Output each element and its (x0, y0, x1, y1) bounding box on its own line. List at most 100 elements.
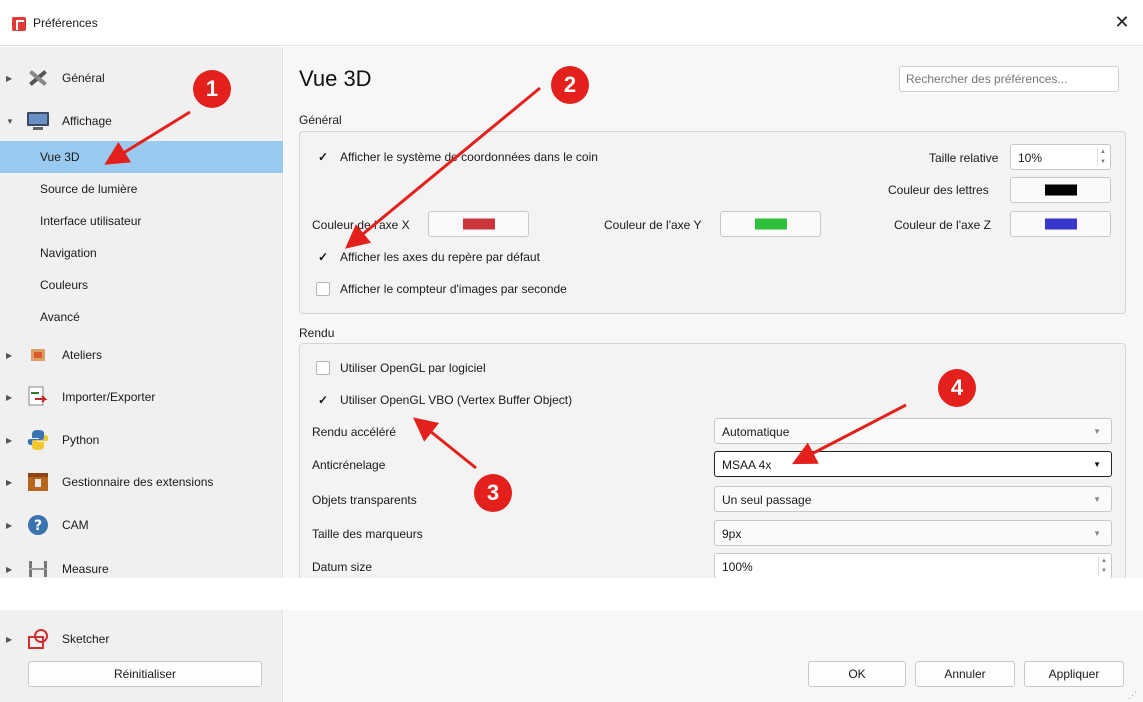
axis-y-color-button[interactable] (720, 211, 821, 237)
software-opengl-checkbox[interactable] (316, 361, 330, 375)
letter-color-swatch (1044, 184, 1077, 196)
workbench-icon (24, 342, 52, 368)
sidebar-item-label: Measure (62, 562, 109, 576)
relative-size-label: Taille relative (929, 151, 999, 165)
annotation-marker-1: 1 (193, 70, 231, 108)
ok-button[interactable]: OK (808, 661, 906, 687)
show-default-axes-checkbox[interactable]: ✓ (316, 251, 330, 265)
chevron-down-icon: ▼ (1093, 427, 1101, 436)
axis-y-color-label: Couleur de l'axe Y (604, 218, 702, 232)
transparent-objects-label: Objets transparents (312, 493, 417, 507)
tools-icon (24, 65, 52, 91)
accelerated-render-value: Automatique (722, 425, 790, 439)
axis-y-color-swatch (754, 218, 787, 230)
expand-caret-icon[interactable]: ▶ (6, 478, 14, 487)
expand-caret-icon[interactable]: ▶ (6, 393, 14, 402)
sidebar-item-label: Navigation (40, 246, 97, 260)
sidebar-item-addon-manager[interactable]: ▶ Gestionnaire des extensions (0, 466, 283, 498)
sidebar-item-sketcher[interactable]: ▶ Sketcher (0, 623, 283, 655)
cam-icon: ? (24, 512, 52, 538)
letter-color-label: Couleur des lettres (888, 183, 989, 197)
annotation-marker-3: 3 (474, 474, 512, 512)
sidebar-item-import-export[interactable]: ▶ Importer/Exporter (0, 381, 283, 413)
sidebar-item-navigation[interactable]: Navigation (0, 237, 283, 269)
letter-color-button[interactable] (1010, 177, 1111, 203)
sidebar-item-python[interactable]: ▶ Python (0, 424, 283, 456)
accelerated-render-label: Rendu accéléré (312, 425, 397, 439)
annotation-marker-2: 2 (551, 66, 589, 104)
sidebar-item-workbenches[interactable]: ▶ Ateliers (0, 339, 283, 371)
show-fps-label: Afficher le compteur d'images par second… (340, 282, 567, 296)
sidebar-item-label: Interface utilisateur (40, 214, 142, 228)
axis-z-color-button[interactable] (1010, 211, 1111, 237)
relative-size-spinbox[interactable]: 10% ▲ ▼ (1010, 144, 1111, 170)
relative-size-value: 10% (1018, 151, 1043, 165)
sidebar-item-label: Affichage (62, 114, 112, 128)
apply-button[interactable]: Appliquer (1024, 661, 1124, 687)
antialiasing-label: Anticrénelage (312, 458, 386, 472)
show-default-axes-label: Afficher les axes du repère par défaut (340, 250, 540, 264)
cancel-button[interactable]: Annuler (915, 661, 1015, 687)
sidebar-item-colors[interactable]: Couleurs (0, 269, 283, 301)
transparent-objects-select[interactable]: Un seul passage ▼ (714, 486, 1112, 512)
sketcher-icon (24, 626, 52, 652)
collapse-caret-icon[interactable]: ▼ (6, 117, 14, 126)
software-opengl-label: Utiliser OpenGL par logiciel (340, 361, 486, 375)
spin-arrows-icon[interactable]: ▲ ▼ (1098, 556, 1109, 576)
monitor-icon (24, 108, 52, 134)
axis-x-color-swatch (462, 218, 495, 230)
opengl-vbo-checkbox[interactable]: ✓ (316, 394, 330, 408)
axis-z-color-label: Couleur de l'axe Z (894, 218, 992, 232)
search-preferences-input[interactable] (899, 66, 1119, 92)
close-button[interactable]: ✕ (1111, 11, 1133, 33)
datum-size-spinbox[interactable]: 100% ▲ ▼ (714, 553, 1112, 579)
spin-arrows-icon[interactable]: ▲ ▼ (1097, 147, 1108, 167)
sidebar-item-light-source[interactable]: Source de lumière (0, 173, 283, 205)
expand-caret-icon[interactable]: ▶ (6, 351, 14, 360)
page-title: Vue 3D (299, 66, 372, 91)
accelerated-render-select[interactable]: Automatique ▼ (714, 418, 1112, 444)
python-icon (24, 427, 52, 453)
marker-size-select[interactable]: 9px ▼ (714, 520, 1112, 546)
import-export-icon (24, 384, 52, 410)
resize-grip-icon[interactable]: ⋰ (1128, 690, 1137, 701)
sidebar-item-view-3d[interactable]: Vue 3D (0, 141, 283, 173)
show-axis-corner-label: Afficher le système de coordonnées dans … (340, 150, 598, 164)
marker-size-label: Taille des marqueurs (312, 527, 423, 541)
show-axis-corner-checkbox[interactable]: ✓ (316, 151, 330, 165)
expand-caret-icon[interactable]: ▶ (6, 635, 14, 644)
sidebar-item-label: Vue 3D (40, 150, 80, 164)
sidebar-item-label: CAM (62, 518, 89, 532)
sidebar-item-cam[interactable]: ▶ ? CAM (0, 509, 283, 541)
sidebar-item-label: Importer/Exporter (62, 390, 156, 404)
show-fps-checkbox[interactable] (316, 282, 330, 296)
sidebar-item-general[interactable]: ▶ Général (0, 62, 283, 94)
sidebar-item-advanced[interactable]: Avancé (0, 301, 283, 333)
sidebar-item-label: Avancé (40, 310, 80, 324)
sidebar-item-display[interactable]: ▼ Affichage (0, 105, 283, 137)
expand-caret-icon[interactable]: ▶ (6, 521, 14, 530)
title-bar: Préférences ✕ (0, 0, 1143, 46)
expand-caret-icon[interactable]: ▶ (6, 74, 14, 83)
annotation-marker-4: 4 (938, 369, 976, 407)
antialiasing-select[interactable]: MSAA 4x ▼ (714, 451, 1112, 477)
axis-x-color-button[interactable] (428, 211, 529, 237)
datum-size-label: Datum size (312, 560, 373, 574)
section-label-render: Rendu (299, 326, 335, 340)
reset-button[interactable]: Réinitialiser (28, 661, 262, 687)
sidebar-item-label: Couleurs (40, 278, 89, 292)
axis-z-color-swatch (1044, 218, 1077, 230)
sidebar-item-user-interface[interactable]: Interface utilisateur (0, 205, 283, 237)
marker-size-value: 9px (722, 527, 742, 541)
sidebar-item-label: Source de lumière (40, 182, 138, 196)
section-label-general: Général (299, 113, 342, 127)
freecad-logo-icon (12, 17, 26, 31)
cropped-strip (0, 578, 1143, 610)
sidebar-item-label: Ateliers (62, 348, 103, 362)
axis-x-color-label: Couleur de l'axe X (312, 218, 410, 232)
sidebar-item-label: Gestionnaire des extensions (62, 475, 214, 489)
antialiasing-value: MSAA 4x (722, 458, 772, 472)
expand-caret-icon[interactable]: ▶ (6, 565, 14, 574)
expand-caret-icon[interactable]: ▶ (6, 436, 14, 445)
svg-text:?: ? (34, 518, 42, 534)
